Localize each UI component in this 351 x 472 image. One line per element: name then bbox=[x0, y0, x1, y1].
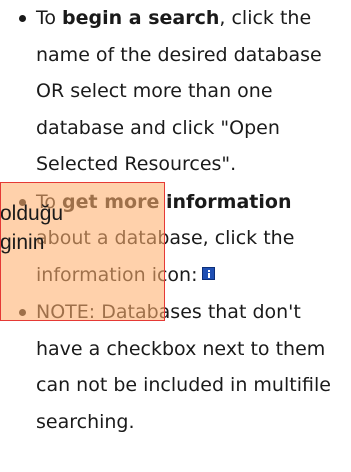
overlay-line-1: olduğu bbox=[0, 202, 64, 225]
translation-overlay: olduğu ginin bbox=[0, 182, 165, 321]
overlay-line-2: ginin bbox=[0, 231, 45, 254]
info-icon[interactable] bbox=[201, 266, 215, 280]
begin-search-prefix: To bbox=[36, 7, 63, 29]
list-item-begin-search: To begin a search, click the name of the… bbox=[0, 0, 351, 183]
begin-search-emphasis: begin a search bbox=[62, 7, 220, 29]
begin-search-text: , click the name of the desired database… bbox=[36, 7, 322, 175]
